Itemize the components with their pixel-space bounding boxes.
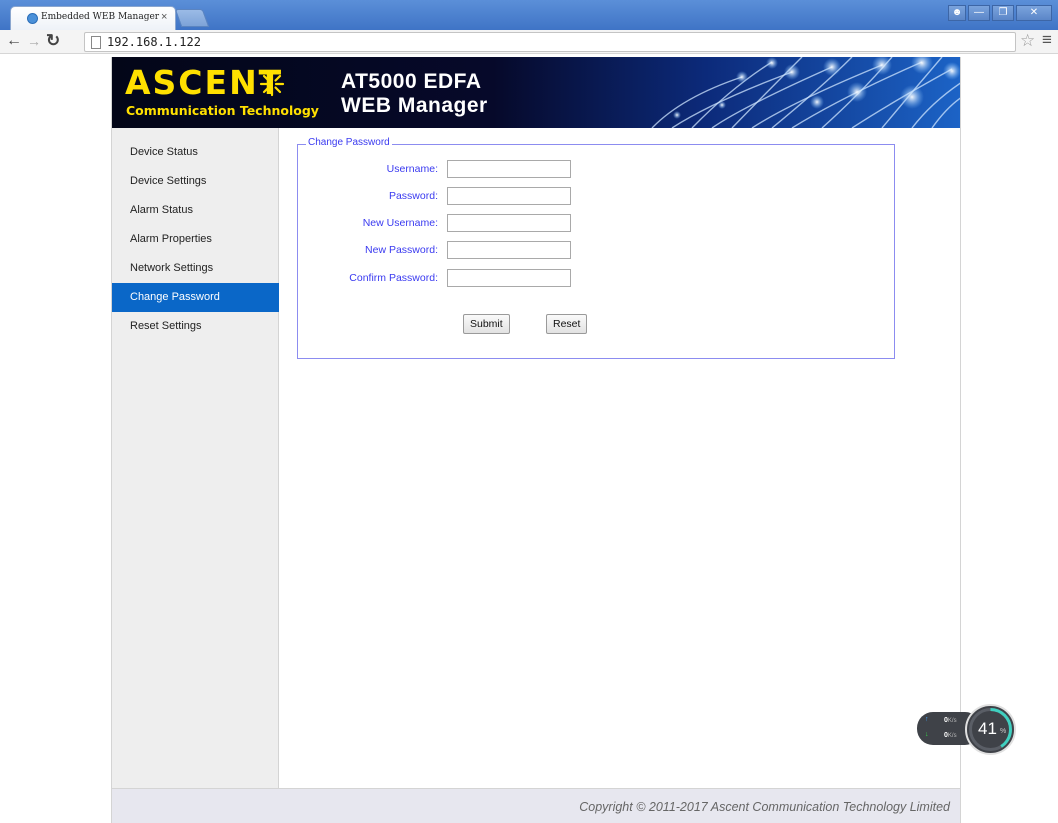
bookmark-star-icon[interactable]: ☆ [1020, 31, 1035, 51]
forward-arrow-icon[interactable]: → [27, 33, 41, 49]
username-label: Username: [386, 163, 438, 175]
sidebar-item-device-status[interactable]: Device Status [112, 138, 279, 167]
username-input[interactable] [447, 160, 571, 178]
confirm-password-input[interactable] [447, 269, 571, 287]
browser-tab-bar: Embedded WEB Manager × ☻ — ❐ ✕ [0, 0, 1058, 30]
gauge-percent-value: 41 [978, 719, 997, 738]
password-label: Password: [388, 190, 438, 202]
form-row-new-username: New Username: [298, 214, 896, 234]
sidebar-item-network-settings[interactable]: Network Settings [112, 254, 279, 283]
sidebar-item-alarm-status[interactable]: Alarm Status [112, 196, 279, 225]
sidebar-item-change-password[interactable]: Change Password [112, 283, 279, 312]
back-arrow-icon[interactable]: ← [6, 32, 22, 50]
reload-icon[interactable]: ↻ [46, 31, 60, 51]
logo-star-icon [259, 71, 285, 97]
page-favicon-icon [27, 13, 38, 24]
header-banner: ASCENT Communication Technology AT5000 E… [112, 57, 960, 128]
new-username-input[interactable] [447, 214, 571, 232]
form-row-confirm-password: Confirm Password: [298, 269, 896, 289]
submit-button[interactable]: Submit [463, 314, 510, 334]
product-title: AT5000 EDFA WEB Manager [341, 70, 488, 118]
minimize-button[interactable]: — [968, 5, 990, 21]
gauge-percent-sign: % [1000, 728, 1007, 735]
confirm-password-label: Confirm Password: [349, 272, 438, 284]
close-window-button[interactable]: ✕ [1016, 5, 1052, 21]
product-title-line2: WEB Manager [341, 94, 488, 117]
window-controls: ☻ — ❐ ✕ [948, 5, 1052, 21]
new-username-label: New Username: [362, 217, 438, 229]
url-text[interactable]: 192.168.1.122 [107, 35, 201, 49]
copyright-text: Copyright © 2011-2017 Ascent Communicati… [579, 800, 950, 814]
memory-usage-gauge[interactable]: 41 % [965, 704, 1016, 755]
address-bar[interactable]: 192.168.1.122 [84, 32, 1016, 52]
new-password-input[interactable] [447, 241, 571, 259]
logo-tagline: Communication Technology [126, 103, 319, 118]
tab-title: Embedded WEB Manager [41, 12, 160, 22]
sidebar-item-reset-settings[interactable]: Reset Settings [112, 312, 279, 341]
browser-toolbar: ← → ↻ 192.168.1.122 ☆ ≡ [0, 30, 1058, 54]
reset-button[interactable]: Reset [546, 314, 588, 334]
browser-tab[interactable]: Embedded WEB Manager × [10, 6, 176, 30]
page-footer: Copyright © 2011-2017 Ascent Communicati… [112, 788, 960, 823]
page-icon [91, 36, 101, 49]
user-profile-icon[interactable]: ☻ [948, 5, 966, 21]
product-title-line1: AT5000 EDFA [341, 70, 482, 93]
sidebar-item-alarm-properties[interactable]: Alarm Properties [112, 225, 279, 254]
form-row-password: Password: [298, 187, 896, 207]
form-legend: Change Password [306, 137, 392, 148]
change-password-form: Change Password Username: Password: New … [297, 137, 896, 359]
form-row-new-password: New Password: [298, 241, 896, 261]
upload-arrow-icon: ↑ [925, 716, 929, 723]
web-manager-page: ASCENT Communication Technology AT5000 E… [111, 57, 961, 823]
tab-close-icon[interactable]: × [161, 11, 167, 23]
new-password-label: New Password: [365, 244, 438, 256]
new-tab-button[interactable] [174, 9, 210, 27]
sidebar-item-device-settings[interactable]: Device Settings [112, 167, 279, 196]
upload-speed: 0K/s [944, 717, 957, 724]
download-speed: 0K/s [944, 732, 957, 739]
download-arrow-icon: ↓ [925, 731, 929, 738]
password-input[interactable] [447, 187, 571, 205]
form-row-username: Username: [298, 160, 896, 180]
fiber-optic-graphic [651, 57, 960, 128]
browser-menu-icon[interactable]: ≡ [1042, 30, 1052, 50]
restore-button[interactable]: ❐ [992, 5, 1014, 21]
sidebar-nav: Device Status Device Settings Alarm Stat… [112, 128, 279, 788]
